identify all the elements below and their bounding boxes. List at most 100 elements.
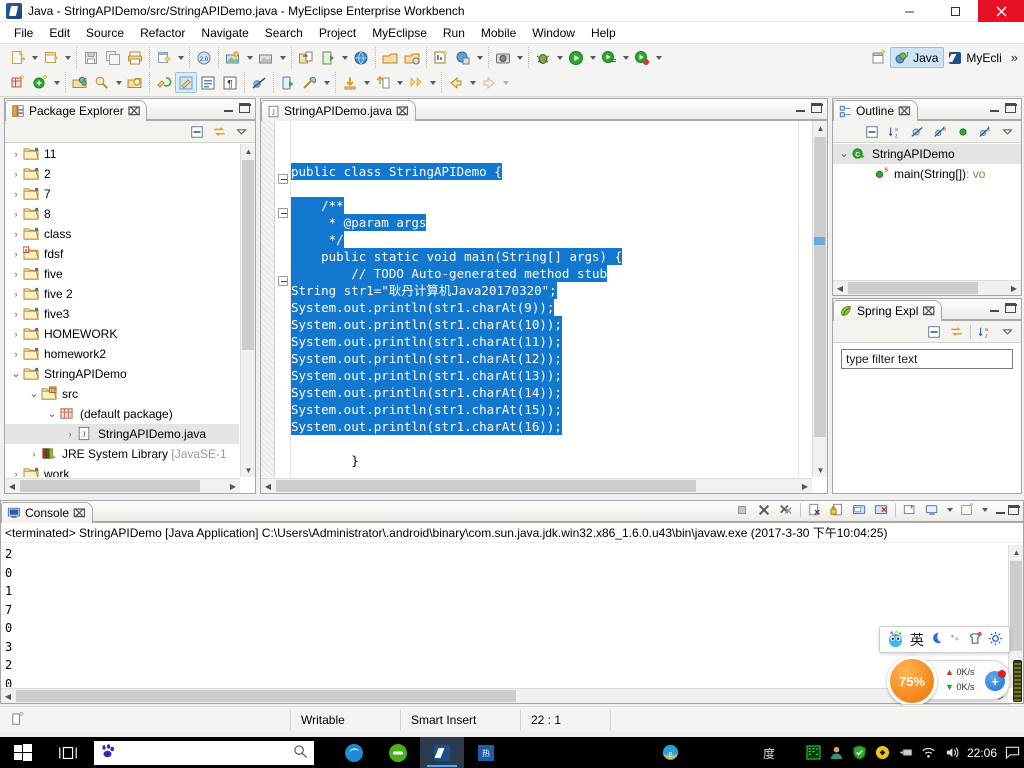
new-wizard-dropdown[interactable] xyxy=(29,47,40,68)
scroll-lock-icon[interactable] xyxy=(827,501,847,519)
code-line[interactable] xyxy=(291,435,812,452)
tab-stringapidemo-java[interactable]: J StringAPIDemo.java ⌧ xyxy=(261,100,416,121)
code-line[interactable]: System.out.println(str1.charAt(11)); xyxy=(291,333,812,350)
console-output[interactable]: 2 0 1 7 0 3 2 0 xyxy=(1,545,1007,687)
perspective-java[interactable]: J Java xyxy=(890,47,945,68)
editor-annotation-ruler[interactable] xyxy=(261,121,275,477)
start-icon[interactable] xyxy=(0,737,46,768)
tree-node[interactable]: › 8 xyxy=(5,204,239,224)
scroll-up-arrow[interactable]: ▲ xyxy=(241,144,256,158)
expanded-arrow-icon[interactable]: ⌄ xyxy=(45,409,59,420)
print-button[interactable] xyxy=(124,47,146,68)
build-dropdown[interactable] xyxy=(321,72,332,93)
code-line[interactable]: public class StringAPIDemo { xyxy=(291,163,812,180)
hide-static-icon[interactable]: S xyxy=(931,123,950,141)
maximize-icon[interactable] xyxy=(1005,103,1017,113)
editor-code-area[interactable]: public class StringAPIDemo { /** * @para… xyxy=(291,121,812,477)
save-button[interactable] xyxy=(80,47,102,68)
update-dropdown[interactable] xyxy=(394,72,405,93)
collapsed-arrow-icon[interactable]: › xyxy=(9,289,23,299)
menu-window[interactable]: Window xyxy=(524,24,583,42)
moon-icon[interactable] xyxy=(929,631,943,648)
scroll-left-arrow[interactable]: ◀ xyxy=(5,479,19,494)
open-resource-button[interactable] xyxy=(124,72,146,93)
vscroll-thumb[interactable] xyxy=(1010,561,1022,651)
code-line[interactable]: */ xyxy=(291,231,812,248)
open-perspective-button[interactable] xyxy=(868,47,890,68)
wifi-icon[interactable] xyxy=(921,745,937,761)
scroll-right-arrow[interactable]: ▶ xyxy=(1007,281,1021,296)
server-button[interactable] xyxy=(255,47,277,68)
close-icon[interactable]: ⌧ xyxy=(128,105,141,118)
editor-hscrollbar[interactable]: ◀ ▶ xyxy=(261,478,812,493)
sogou-ime-toolbar[interactable]: 英 xyxy=(879,626,1010,653)
hscroll-thumb[interactable] xyxy=(16,690,516,702)
run-external-tools-dropdown[interactable] xyxy=(653,47,664,68)
expanded-arrow-icon[interactable]: ⌄ xyxy=(9,369,23,380)
run-dropdown[interactable] xyxy=(587,47,598,68)
performance-widget[interactable]: 75% ▲ 0K/s ▼ 0K/s + xyxy=(887,656,1010,706)
code-line[interactable]: * @param args xyxy=(291,214,812,231)
collapsed-arrow-icon[interactable]: › xyxy=(9,169,23,179)
menu-run[interactable]: Run xyxy=(435,24,473,42)
run-server-dropdown[interactable] xyxy=(339,47,350,68)
fold-marker-class[interactable] xyxy=(278,174,288,184)
tree-node[interactable]: › five xyxy=(5,264,239,284)
collapsed-arrow-icon[interactable]: › xyxy=(27,449,41,459)
code-line[interactable]: System.out.println(str1.charAt(15)); xyxy=(291,401,812,418)
pin-view-icon[interactable] xyxy=(957,501,977,519)
save-all-button[interactable] xyxy=(102,47,124,68)
run-external-tools-button[interactable] xyxy=(631,47,653,68)
menu-source[interactable]: Source xyxy=(78,24,132,42)
new-file-wizard-button[interactable] xyxy=(153,47,175,68)
outline-item[interactable]: Smain(String[]) : vo xyxy=(833,164,1021,184)
minimize-icon[interactable] xyxy=(989,303,1000,314)
hscroll-thumb[interactable] xyxy=(276,480,696,492)
code-line[interactable]: System.out.println(str1.charAt(16)); xyxy=(291,418,812,435)
pin-view-dropdown[interactable] xyxy=(979,500,990,521)
notification-icon[interactable] xyxy=(1004,745,1020,761)
tree-node[interactable]: › work xyxy=(5,464,239,477)
collapsed-arrow-icon[interactable]: › xyxy=(9,249,23,259)
open-web-browser-button[interactable]: 2.0 xyxy=(193,47,215,68)
back-dropdown[interactable] xyxy=(467,72,478,93)
ime-mode-label[interactable]: 英 xyxy=(910,630,924,650)
update-button[interactable] xyxy=(372,72,394,93)
build-button[interactable] xyxy=(299,72,321,93)
package-explorer-hscrollbar[interactable]: ◀ ▶ xyxy=(5,478,240,493)
tree-node[interactable]: › 7 xyxy=(5,184,239,204)
scroll-down-arrow[interactable]: ▼ xyxy=(813,463,828,477)
link-with-editor-icon[interactable] xyxy=(946,323,966,341)
tab-package-explorer[interactable]: Package Explorer ⌧ xyxy=(5,100,148,121)
fold-marker-method[interactable] xyxy=(278,276,288,286)
collapsed-arrow-icon[interactable]: › xyxy=(9,329,23,339)
close-button[interactable] xyxy=(978,0,1024,22)
code-line[interactable]: System.out.println(str1.charAt(13)); xyxy=(291,367,812,384)
tree-node[interactable]: › HOMEWORK xyxy=(5,324,239,344)
link-with-editor-icon[interactable] xyxy=(209,123,229,141)
collapsed-arrow-icon[interactable]: › xyxy=(9,189,23,199)
code-line[interactable]: public static void main(String[] args) { xyxy=(291,248,812,265)
scroll-up-arrow[interactable]: ▲ xyxy=(1009,545,1024,559)
close-icon[interactable]: ⌧ xyxy=(898,105,911,118)
perspective-myeclipse[interactable]: MyEcli xyxy=(944,47,1006,68)
sort-icon[interactable]: az xyxy=(886,123,905,141)
new-java-project-button[interactable] xyxy=(40,47,62,68)
tree-node[interactable]: ⌄ StringAPIDemo xyxy=(5,364,239,384)
outline-item[interactable]: ⌄ C StringAPIDemo xyxy=(833,144,1021,164)
tab-spring-explorer[interactable]: Spring Expl ⌧ xyxy=(833,300,943,321)
menu-refactor[interactable]: Refactor xyxy=(132,24,193,42)
spring-filter-input[interactable]: type filter text xyxy=(841,349,1013,369)
dots-icon[interactable] xyxy=(948,631,962,648)
maximize-icon[interactable] xyxy=(1008,505,1020,515)
new-file-dropdown[interactable] xyxy=(175,47,186,68)
expanded-arrow-icon[interactable]: ⌄ xyxy=(837,149,851,160)
install-dropdown[interactable] xyxy=(361,72,372,93)
remove-launch-icon[interactable] xyxy=(754,501,774,519)
cpu-usage-ball[interactable]: 75% xyxy=(887,656,937,706)
search-input[interactable] xyxy=(94,740,314,765)
globe-button[interactable] xyxy=(350,47,372,68)
tree-node[interactable]: › five3 xyxy=(5,304,239,324)
hide-nonpublic-icon[interactable] xyxy=(953,123,972,141)
tree-node[interactable]: › JRE System Library [JavaSE-1 xyxy=(5,444,239,464)
